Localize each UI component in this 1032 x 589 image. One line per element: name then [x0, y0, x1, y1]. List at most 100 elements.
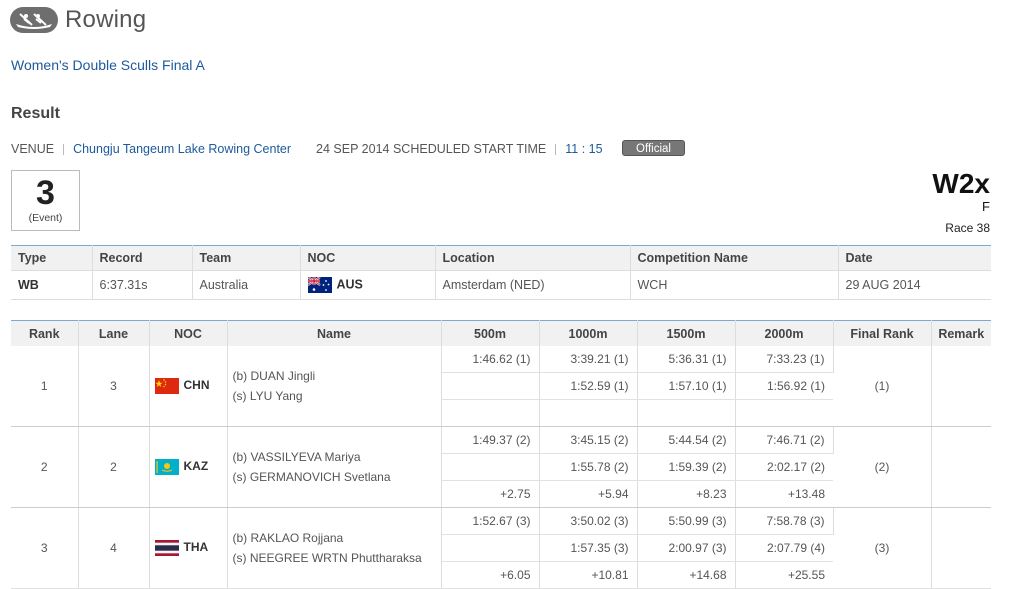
divider — [555, 143, 557, 155]
rank: 2 — [11, 426, 79, 508]
remark — [931, 346, 991, 427]
diff-500: +2.75 — [441, 480, 540, 508]
venue-label: VENUE — [11, 142, 55, 156]
split-500: 1:52.67 (3) — [441, 507, 540, 535]
col-header: NOC — [149, 320, 228, 346]
athlete-name[interactable]: (s) GERMANOVICH Svetlana — [233, 467, 441, 487]
diff-1000 — [539, 399, 638, 427]
diff-1000: +5.94 — [539, 480, 638, 508]
noc: KAZ — [149, 426, 228, 508]
col-header: Name — [227, 320, 442, 346]
diff-1000: +10.81 — [539, 561, 638, 589]
event-number-box: 3 (Event) — [11, 170, 80, 231]
record-location: Amsterdam (NED) — [435, 270, 631, 300]
thailand-flag-icon — [154, 540, 179, 556]
split-pace-500 — [441, 534, 540, 562]
diff-2000 — [735, 399, 833, 427]
event-label: (Event) — [28, 212, 63, 224]
lane: 3 — [78, 346, 150, 427]
split-pace-1000: 1:57.35 (3) — [539, 534, 638, 562]
venue-name-link[interactable]: Chungju Tangeum Lake Rowing Center — [73, 142, 291, 156]
split-2000: 7:58.78 (3) — [735, 507, 834, 535]
split-pace-2000: 2:07.79 (4) — [735, 534, 833, 562]
china-flag-icon — [154, 378, 179, 394]
split-2000: 7:46.71 (2) — [735, 426, 834, 454]
split-1000: 3:45.15 (2) — [539, 426, 638, 454]
col-header: Team — [192, 245, 301, 271]
result-heading: Result — [11, 105, 60, 122]
col-header: Record — [92, 245, 193, 271]
race-number: Race 38 — [945, 221, 990, 235]
athlete-name[interactable]: (s) NEEGREE WRTN Phuttharaksa — [233, 548, 441, 568]
split-pace-1500: 2:00.97 (3) — [637, 534, 736, 562]
diff-1500: +14.68 — [637, 561, 736, 589]
split-pace-1000: 1:55.78 (2) — [539, 453, 638, 481]
col-header: Final Rank — [833, 320, 932, 346]
athlete-names: (b) RAKLAO Rojjana (s) NEEGREE WRTN Phut… — [227, 507, 442, 589]
event-number: 3 — [36, 174, 55, 212]
split-pace-1000: 1:52.59 (1) — [539, 372, 638, 400]
col-header: Competition Name — [630, 245, 839, 271]
diff-500: +6.05 — [441, 561, 540, 589]
noc: CHN — [149, 346, 228, 427]
event-title-link[interactable]: Women's Double Sculls Final A — [11, 57, 205, 73]
diff-2000: +25.55 — [735, 561, 833, 589]
athlete-name[interactable]: (b) DUAN Jingli — [233, 366, 441, 386]
col-header: Remark — [931, 320, 991, 346]
diff-2000: +13.48 — [735, 480, 833, 508]
athlete-name[interactable]: (b) RAKLAO Rojjana — [233, 528, 441, 548]
col-header: 1000m — [539, 320, 638, 346]
athlete-names: (b) DUAN Jingli (s) LYU Yang — [227, 346, 442, 427]
record-team: Australia — [192, 270, 301, 300]
col-header: 500m — [441, 320, 540, 346]
sport-title: Rowing — [65, 6, 147, 33]
lane: 2 — [78, 426, 150, 508]
col-header: 1500m — [637, 320, 736, 346]
table-row: WB 6:37.31s Australia AUS Amsterdam (NED… — [11, 270, 991, 300]
split-pace-2000: 1:56.92 (1) — [735, 372, 833, 400]
rank: 3 — [11, 507, 79, 589]
records-table: Type Record Team NOC Location Competitio… — [11, 245, 991, 300]
athlete-name[interactable]: (b) VASSILYEVA Mariya — [233, 447, 441, 467]
results-table: Rank Lane NOC Name 500m 1000m 1500m 2000… — [11, 320, 991, 589]
split-pace-500 — [441, 453, 540, 481]
record-type: WB — [11, 270, 93, 300]
table-row: 3 4 THA (b) RAKLAO Rojjana (s) NEEGREE W… — [11, 507, 991, 589]
col-header: Type — [11, 245, 93, 271]
athlete-name[interactable]: (s) LYU Yang — [233, 386, 441, 406]
diff-500 — [441, 399, 540, 427]
split-1000: 3:39.21 (1) — [539, 346, 638, 373]
venue-row: VENUE Chungju Tangeum Lake Rowing Center… — [11, 142, 603, 156]
results-header-row: Rank Lane NOC Name 500m 1000m 1500m 2000… — [11, 320, 991, 346]
split-1500: 5:50.99 (3) — [637, 507, 736, 535]
record-competition: WCH — [630, 270, 839, 300]
official-status-badge: Official — [622, 140, 685, 156]
diff-1500: +8.23 — [637, 480, 736, 508]
table-row: 2 2 KAZ (b) VASSILYEVA Mariya (s) GERMAN… — [11, 426, 991, 508]
rowing-icon — [10, 7, 58, 33]
col-header: NOC — [300, 245, 436, 271]
split-1000: 3:50.02 (3) — [539, 507, 638, 535]
split-2000: 7:33.23 (1) — [735, 346, 834, 373]
split-500: 1:46.62 (1) — [441, 346, 540, 373]
col-header: Rank — [11, 320, 79, 346]
rank: 1 — [11, 346, 79, 427]
split-pace-1500: 1:59.39 (2) — [637, 453, 736, 481]
split-1500: 5:36.31 (1) — [637, 346, 736, 373]
page-header: Rowing — [10, 6, 146, 34]
remark — [931, 426, 991, 508]
final-rank: (2) — [833, 426, 932, 508]
col-header: Location — [435, 245, 631, 271]
noc: THA — [149, 507, 228, 589]
lane: 4 — [78, 507, 150, 589]
athlete-names: (b) VASSILYEVA Mariya (s) GERMANOVICH Sv… — [227, 426, 442, 508]
event-gender: F — [982, 199, 990, 214]
table-row: 1 3 CHN (b) DUAN Jingli (s) LYU Yang 1:4… — [11, 346, 991, 427]
event-code: W2x — [932, 168, 990, 199]
split-pace-500 — [441, 372, 540, 400]
record-noc: AUS — [300, 270, 436, 300]
split-500: 1:49.37 (2) — [441, 426, 540, 454]
diff-1500 — [637, 399, 736, 427]
records-header-row: Type Record Team NOC Location Competitio… — [11, 245, 991, 271]
remark — [931, 507, 991, 589]
